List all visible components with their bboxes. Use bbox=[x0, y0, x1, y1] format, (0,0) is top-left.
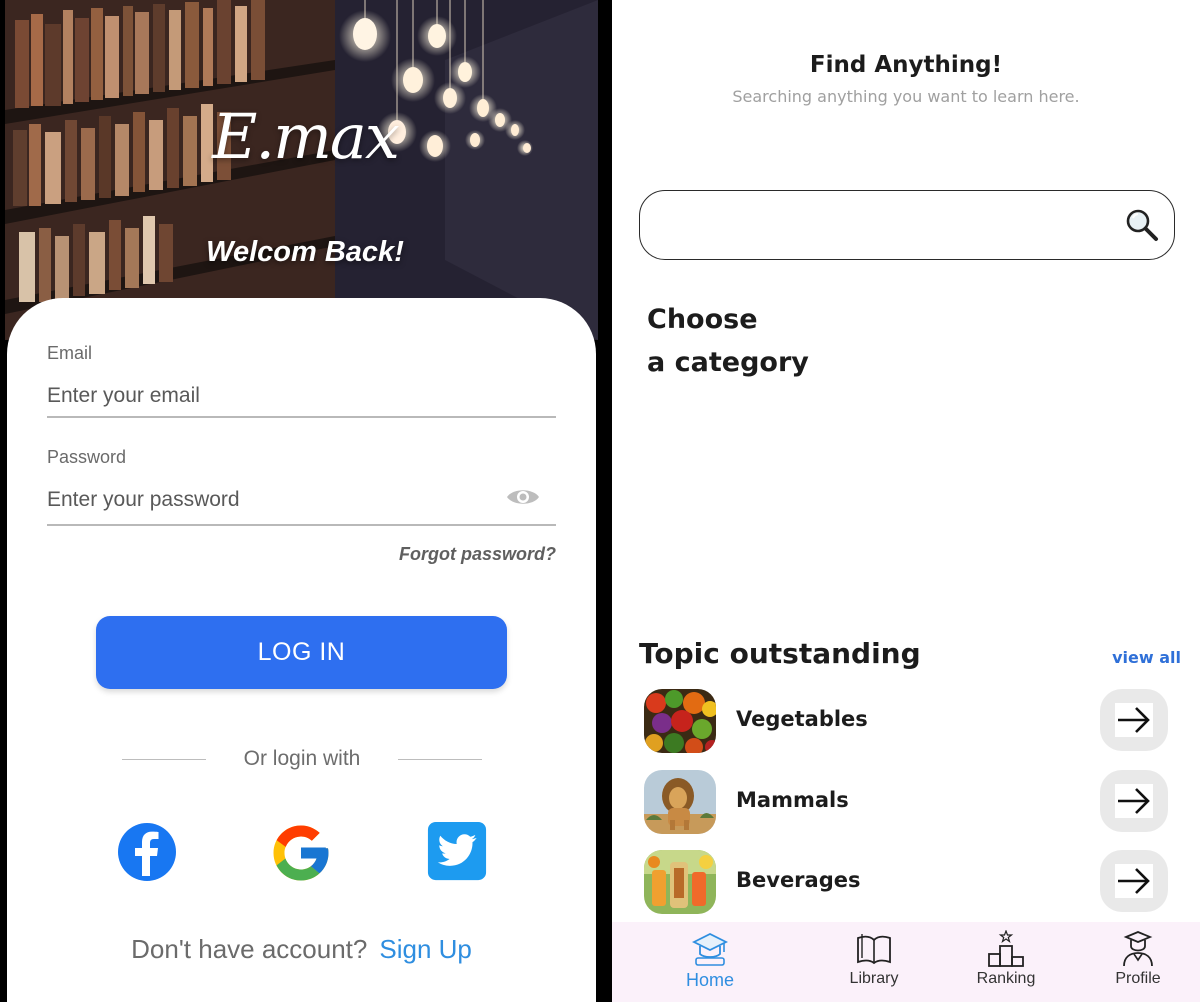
beverages-thumbnail bbox=[644, 850, 716, 914]
divider-line-left bbox=[122, 758, 206, 760]
lion-thumbnail bbox=[644, 770, 716, 834]
email-placeholder: Enter your email bbox=[47, 384, 200, 407]
graduate-avatar-icon bbox=[1123, 931, 1153, 967]
topic-row-mammals[interactable]: Mammals bbox=[644, 770, 1174, 836]
password-field-group: Password Enter your password bbox=[47, 447, 556, 526]
book-icon bbox=[857, 934, 891, 965]
topics-title: Topic outstanding bbox=[639, 637, 921, 670]
view-all-link[interactable]: view all bbox=[1112, 648, 1181, 667]
arrow-frame bbox=[1115, 784, 1153, 818]
signup-row: Don't have account? Sign Up bbox=[7, 934, 596, 965]
arrow-right-icon bbox=[1118, 707, 1150, 733]
eye-icon[interactable] bbox=[506, 486, 540, 508]
login-button[interactable]: LOG IN bbox=[96, 616, 507, 689]
podium-icon bbox=[988, 930, 1024, 967]
twitter-icon[interactable] bbox=[426, 820, 488, 882]
topic-name: Beverages bbox=[736, 868, 861, 892]
nav-label: Ranking bbox=[976, 970, 1036, 987]
login-screen: E.max Welcom Back! Email Enter your emai… bbox=[0, 0, 603, 1002]
email-field[interactable]: Enter your email bbox=[47, 384, 556, 418]
open-topic-button[interactable] bbox=[1100, 770, 1168, 832]
nav-label: Library bbox=[849, 970, 899, 987]
password-field[interactable]: Enter your password bbox=[47, 488, 556, 526]
nav-label: Profile bbox=[1115, 970, 1161, 987]
nav-label: Home bbox=[685, 970, 734, 990]
search-screen: Find Anything! Searching anything you wa… bbox=[612, 0, 1200, 1002]
category-heading-line2: a category bbox=[647, 347, 809, 378]
search-icon[interactable] bbox=[1124, 207, 1160, 243]
or-login-text: Or login with bbox=[243, 747, 361, 770]
signup-prompt: Don't have account? bbox=[131, 934, 368, 964]
email-label: Email bbox=[47, 343, 93, 363]
arrow-right-icon bbox=[1118, 868, 1150, 894]
arrow-frame bbox=[1115, 864, 1153, 898]
screen-divider bbox=[603, 0, 612, 1002]
library-hero-image: E.max Welcom Back! bbox=[5, 0, 598, 340]
topic-name: Mammals bbox=[736, 788, 849, 812]
welcome-heading: Welcom Back! bbox=[206, 236, 404, 268]
page-title: Find Anything! bbox=[809, 52, 1003, 78]
category-heading: Choose a category bbox=[647, 298, 947, 384]
nav-item-profile[interactable]: Profile bbox=[1088, 930, 1188, 988]
signup-link[interactable]: Sign Up bbox=[379, 934, 472, 964]
divider-line-right bbox=[398, 758, 482, 760]
open-topic-button[interactable] bbox=[1100, 850, 1168, 912]
topic-row-vegetables[interactable]: Vegetables bbox=[644, 689, 1174, 755]
page-subtitle: Searching anything you want to learn her… bbox=[732, 87, 1080, 106]
arrow-frame bbox=[1115, 703, 1153, 737]
or-login-divider: Or login with bbox=[122, 744, 482, 774]
topic-name: Vegetables bbox=[736, 707, 868, 731]
nav-item-ranking[interactable]: Ranking bbox=[956, 930, 1056, 988]
nav-item-library[interactable]: Library bbox=[824, 930, 924, 988]
login-form-card: Email Enter your email Password Enter yo… bbox=[7, 298, 596, 1002]
topics-header: Topic outstanding view all bbox=[639, 637, 1181, 670]
open-topic-button[interactable] bbox=[1100, 689, 1168, 751]
forgot-password-link[interactable]: Forgot password? bbox=[399, 544, 556, 565]
brand-logo: E.max bbox=[212, 100, 400, 173]
arrow-right-icon bbox=[1118, 788, 1150, 814]
password-placeholder: Enter your password bbox=[47, 488, 240, 511]
google-icon[interactable] bbox=[268, 820, 334, 886]
topic-row-beverages[interactable]: Beverages bbox=[644, 850, 1174, 916]
graduation-cap-icon bbox=[691, 932, 729, 966]
bottom-navigation: Home Library Ranking Profile bbox=[612, 922, 1200, 1002]
email-field-group: Email Enter your email bbox=[47, 343, 556, 418]
nav-item-home[interactable]: Home bbox=[660, 930, 760, 991]
facebook-icon[interactable] bbox=[115, 820, 179, 884]
vegetables-thumbnail bbox=[644, 689, 716, 753]
category-heading-line1: Choose bbox=[647, 304, 758, 335]
password-label: Password bbox=[47, 447, 127, 467]
search-input[interactable] bbox=[639, 190, 1175, 260]
